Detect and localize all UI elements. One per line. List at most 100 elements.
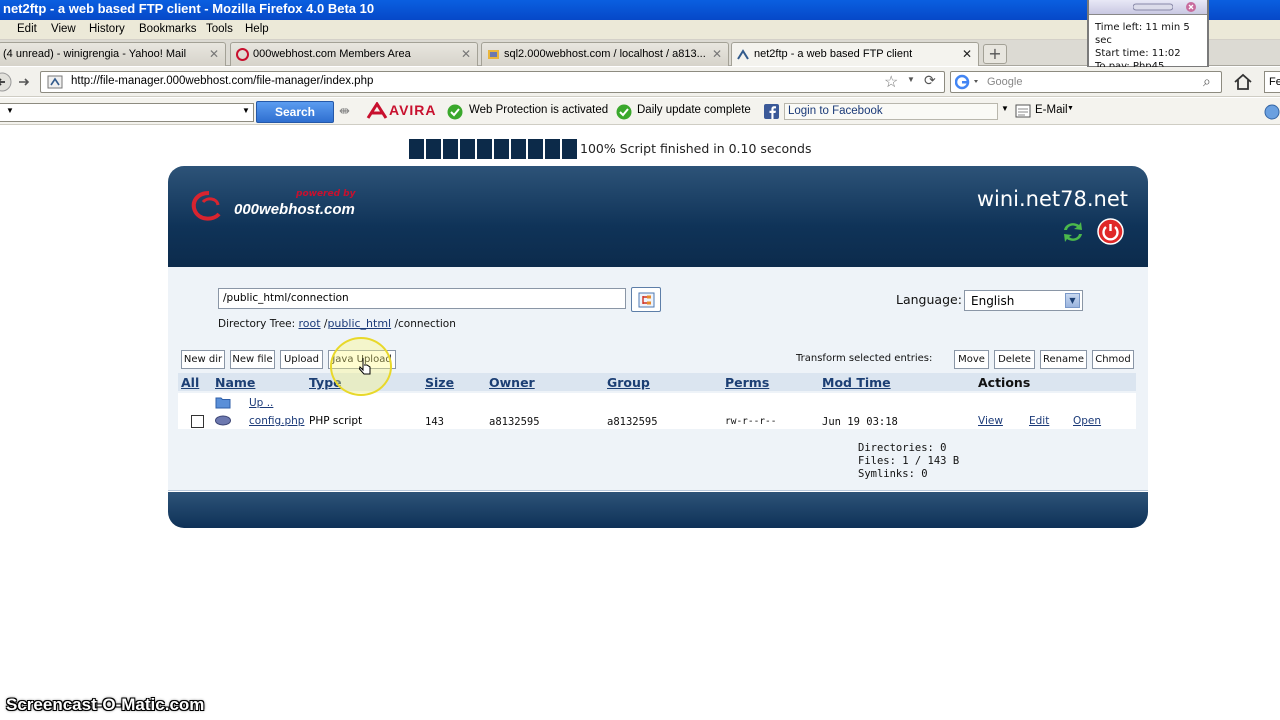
dropdown-arrow-icon[interactable]: ▼ <box>1001 104 1009 113</box>
new-tab-button[interactable]: + <box>983 44 1007 64</box>
dropdown-arrow-icon[interactable]: ▼ <box>907 75 915 84</box>
tab-members-area[interactable]: 000webhost.com Members Area ✕ <box>230 42 478 66</box>
folder-icon <box>215 397 231 409</box>
home-icon[interactable] <box>1233 73 1253 91</box>
menu-edit[interactable]: Edit <box>17 23 37 35</box>
email-icon <box>1015 104 1031 118</box>
toolbar-search-button[interactable]: Search <box>256 101 334 123</box>
file-name-link[interactable]: config.php <box>249 415 304 427</box>
tab-label: sql2.000webhost.com / localhost / a813..… <box>504 48 706 60</box>
file-group: a8132595 <box>607 416 658 428</box>
column-all[interactable]: All <box>181 375 199 390</box>
daily-update-status[interactable]: Daily update complete <box>637 104 751 116</box>
bookmark-star-icon[interactable]: ☆ <box>884 72 898 92</box>
forward-icon[interactable] <box>16 74 32 90</box>
progress-block <box>460 139 475 159</box>
file-select-checkbox[interactable] <box>191 415 204 428</box>
webhost-favicon-icon <box>236 48 249 61</box>
toolbar-search-field[interactable]: ▼ ▼ <box>0 103 254 122</box>
webhost-logo-icon <box>191 191 221 221</box>
column-perms[interactable]: Perms <box>725 375 769 390</box>
menu-help[interactable]: Help <box>245 23 269 35</box>
close-icon[interactable] <box>1185 1 1197 13</box>
chmod-button[interactable]: Chmod <box>1092 350 1134 369</box>
close-icon[interactable]: ✕ <box>962 47 972 61</box>
file-size: 143 <box>425 416 444 428</box>
column-owner[interactable]: Owner <box>489 375 535 390</box>
breadcrumb: Directory Tree: root /public_html /conne… <box>218 317 456 330</box>
new-file-button[interactable]: New file <box>230 350 275 369</box>
php-file-icon <box>215 415 231 426</box>
extra-toolbar-label: Fe <box>1269 76 1280 88</box>
close-icon[interactable]: ✕ <box>461 47 471 61</box>
close-icon[interactable]: ✕ <box>712 47 722 61</box>
column-size[interactable]: Size <box>425 375 454 390</box>
panel-header: powered by 000webhost.com wini.net78.net <box>168 166 1148 267</box>
progress-block <box>443 139 458 159</box>
search-box[interactable]: Google ⌕ <box>950 71 1222 93</box>
open-link[interactable]: Open <box>1073 415 1101 427</box>
net2ftp-favicon-icon <box>737 49 749 60</box>
window-title: net2ftp - a web based FTP client - Mozil… <box>3 1 375 16</box>
upload-button[interactable]: Upload <box>280 350 323 369</box>
tab-net2ftp[interactable]: net2ftp - a web based FTP client ✕ <box>731 42 979 66</box>
menu-view[interactable]: View <box>51 23 76 35</box>
avira-brand[interactable]: AVIRA <box>389 102 437 118</box>
url-bar[interactable]: http://file-manager.000webhost.com/file-… <box>40 71 945 93</box>
dropdown-arrow-icon[interactable]: ▼ <box>242 106 250 115</box>
view-link[interactable]: View <box>978 415 1003 427</box>
mouse-pointer-icon <box>359 358 371 375</box>
progress-block <box>494 139 509 159</box>
menu-bookmarks[interactable]: Bookmarks <box>139 23 197 35</box>
refresh-icon[interactable] <box>1059 218 1087 246</box>
directory-summary: Directories: 0 Files: 1 / 143 B Symlinks… <box>858 442 959 481</box>
directory-path-input[interactable]: /public_html/connection <box>218 288 626 309</box>
search-placeholder: Google <box>987 76 1023 88</box>
tab-yahoo-mail[interactable]: (4 unread) - winigrengia - Yahoo! Mail ✕ <box>0 42 226 66</box>
files-count: Files: 1 / 143 B <box>858 455 960 467</box>
start-time: Start time: 11:02 <box>1095 48 1181 59</box>
breadcrumb-root-link[interactable]: root <box>299 317 321 330</box>
back-icon[interactable] <box>0 72 12 92</box>
dropdown-arrow-icon[interactable]: ▼ <box>1067 105 1074 112</box>
email-menu[interactable]: E-Mail <box>1035 104 1068 116</box>
column-group[interactable]: Group <box>607 375 650 390</box>
chevron-down-icon[interactable]: ▼ <box>1065 293 1080 308</box>
directories-count: Directories: 0 <box>858 442 947 454</box>
reload-icon[interactable]: ⟳ <box>924 72 936 89</box>
menu-history[interactable]: History <box>89 23 125 35</box>
logout-power-icon[interactable] <box>1097 218 1124 245</box>
phpmyadmin-favicon-icon <box>488 50 499 59</box>
language-select[interactable]: English ▼ <box>964 290 1083 311</box>
facebook-login-label: Login to Facebook <box>788 105 883 117</box>
google-icon[interactable] <box>955 74 981 90</box>
move-button[interactable]: Move <box>954 350 989 369</box>
progress-block <box>528 139 543 159</box>
browse-tree-button[interactable] <box>631 287 661 312</box>
search-icon[interactable]: ⌕ <box>1203 73 1211 90</box>
avira-logo-icon <box>366 102 388 119</box>
session-timer-popup: Time left: 11 min 5 sec Start time: 11:0… <box>1087 0 1209 72</box>
column-name[interactable]: Name <box>215 375 255 390</box>
globe-icon[interactable] <box>1264 104 1280 120</box>
parent-directory-link[interactable]: Up .. <box>249 397 273 409</box>
extra-toolbar-button[interactable]: Fe <box>1264 71 1280 93</box>
file-type: PHP script <box>309 415 363 427</box>
language-value: English <box>971 294 1015 308</box>
new-dir-button[interactable]: New dir <box>181 350 225 369</box>
edit-link[interactable]: Edit <box>1029 415 1049 427</box>
site-hostname: wini.net78.net <box>976 187 1128 211</box>
menu-tools[interactable]: Tools <box>206 23 233 35</box>
web-protection-status[interactable]: Web Protection is activated <box>469 104 608 116</box>
delete-button[interactable]: Delete <box>994 350 1035 369</box>
facebook-login-field[interactable]: Login to Facebook <box>784 103 998 120</box>
column-mod-time[interactable]: Mod Time <box>822 375 891 390</box>
rename-button[interactable]: Rename <box>1040 350 1087 369</box>
file-mod-time: Jun 19 03:18 <box>822 416 898 428</box>
close-icon[interactable]: ✕ <box>209 47 219 61</box>
file-manager-panel: powered by 000webhost.com wini.net78.net… <box>168 166 1148 528</box>
dropdown-arrow-icon[interactable]: ▼ <box>6 106 14 115</box>
tab-phpmyadmin[interactable]: sql2.000webhost.com / localhost / a813..… <box>481 42 729 66</box>
breadcrumb-public-html-link[interactable]: public_html <box>327 317 391 330</box>
navigation-bar: http://file-manager.000webhost.com/file-… <box>0 67 1280 97</box>
